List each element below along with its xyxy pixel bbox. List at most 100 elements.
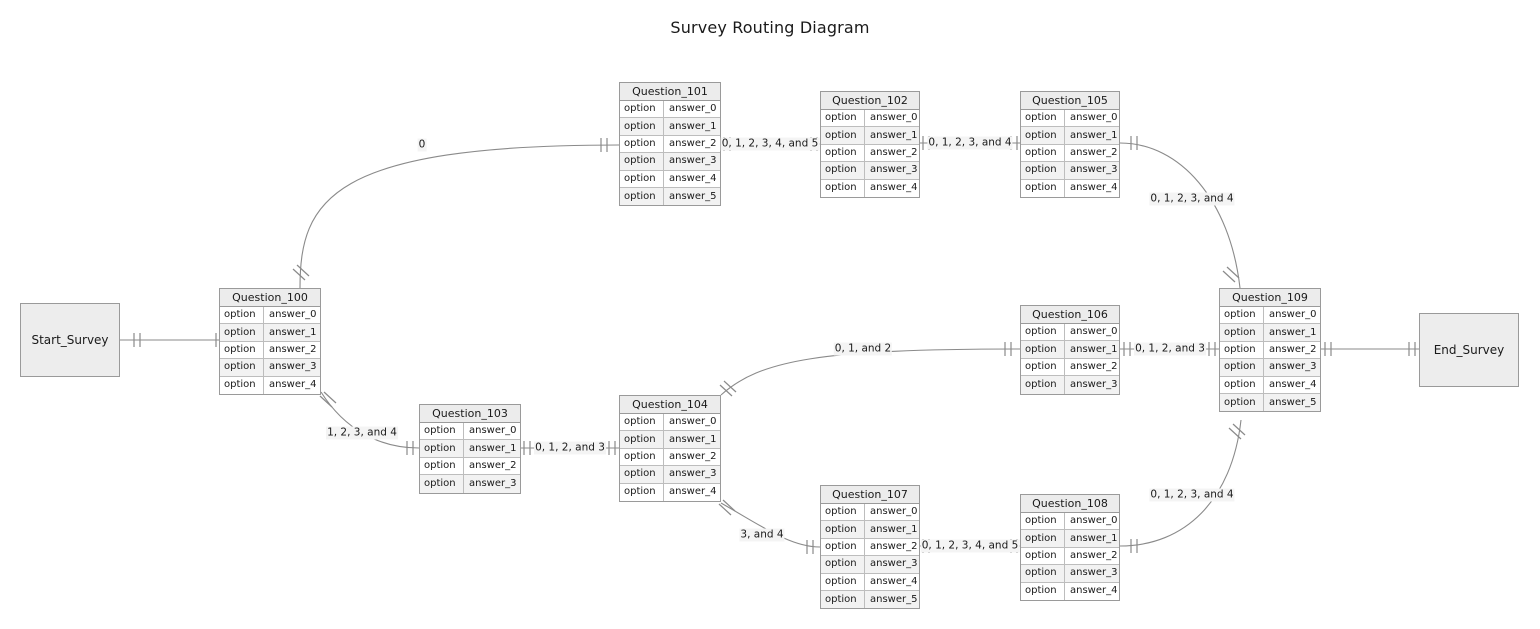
table-row[interactable]: option answer_3: [1021, 565, 1119, 583]
option-cell: option: [821, 556, 865, 573]
table-row[interactable]: option answer_0: [420, 423, 520, 441]
question-title: Question_108: [1021, 495, 1119, 513]
option-cell: option: [1220, 359, 1264, 376]
answer-cell: answer_3: [469, 477, 517, 489]
table-row[interactable]: option answer_2: [1021, 547, 1119, 566]
table-row[interactable]: option answer_5: [1220, 393, 1320, 412]
question-node-q105[interactable]: Question_105 option answer_0 option answer_1…: [1020, 91, 1120, 198]
table-row[interactable]: option answer_1: [821, 127, 919, 145]
table-row[interactable]: option answer_2: [420, 457, 520, 476]
table-row[interactable]: option answer_3: [620, 466, 720, 484]
edge-label-e-q107-q108: 0, 1, 2, 3, 4, and 5: [920, 539, 1020, 553]
question-rows: option answer_0 option answer_1 option answer…: [620, 101, 720, 206]
question-node-q102[interactable]: Question_102 option answer_0 option answer_1…: [820, 91, 920, 198]
answer-cell: answer_5: [870, 593, 918, 605]
table-row[interactable]: option answer_2: [821, 144, 919, 163]
option-cell: option: [620, 170, 664, 187]
edge-cardinality-tick-1: [600, 138, 608, 152]
table-row[interactable]: option answer_4: [620, 170, 720, 188]
option-cell: option: [620, 101, 664, 118]
answer-cell: answer_3: [870, 558, 918, 570]
edge-e-q100-q101: [292, 138, 620, 289]
question-node-q104[interactable]: Question_104 option answer_0 option answer_1…: [619, 395, 721, 502]
question-rows: option answer_0 option answer_1 option answer…: [821, 504, 919, 609]
table-row[interactable]: option answer_0: [1021, 110, 1119, 128]
table-row[interactable]: option answer_0: [1021, 324, 1119, 342]
option-cell: option: [620, 431, 664, 448]
option-cell: option: [821, 538, 865, 556]
option-cell: option: [420, 457, 464, 475]
option-cell: option: [1021, 565, 1065, 582]
question-title: Question_105: [1021, 92, 1119, 110]
table-row[interactable]: option answer_3: [620, 153, 720, 171]
table-row[interactable]: option answer_3: [1021, 376, 1119, 394]
table-row[interactable]: option answer_2: [1021, 144, 1119, 163]
table-row[interactable]: option answer_1: [1021, 341, 1119, 359]
question-rows: option answer_0 option answer_1 option answer…: [220, 307, 320, 394]
table-row[interactable]: option answer_5: [821, 590, 919, 609]
table-row[interactable]: option answer_0: [1220, 307, 1320, 325]
table-row[interactable]: option answer_1: [1021, 530, 1119, 548]
question-title: Question_106: [1021, 306, 1119, 324]
table-row[interactable]: option answer_2: [220, 341, 320, 360]
table-row[interactable]: option answer_1: [1220, 324, 1320, 342]
terminal-node-start[interactable]: Start_Survey: [20, 303, 120, 377]
option-cell: option: [821, 144, 865, 162]
question-node-q101[interactable]: Question_101 option answer_0 option answer_1…: [619, 82, 721, 207]
table-row[interactable]: option answer_3: [1220, 359, 1320, 377]
table-row[interactable]: option answer_0: [620, 101, 720, 119]
edge-label-e-q106-q109: 0, 1, 2, and 3: [1134, 342, 1206, 356]
table-row[interactable]: option answer_1: [620, 118, 720, 136]
table-row[interactable]: option answer_3: [220, 359, 320, 377]
table-row[interactable]: option answer_4: [1021, 582, 1119, 600]
answer-cell: answer_2: [870, 146, 918, 158]
table-row[interactable]: option answer_0: [821, 504, 919, 522]
edge-cardinality-tick-0: [292, 264, 310, 281]
table-row[interactable]: option answer_0: [220, 307, 320, 325]
question-node-q109[interactable]: Question_109 option answer_0 option answer_1…: [1219, 288, 1321, 413]
question-node-q107[interactable]: Question_107 option answer_0 option answer_1…: [820, 485, 920, 610]
option-cell: option: [1021, 358, 1065, 376]
table-row[interactable]: option answer_2: [620, 448, 720, 467]
table-row[interactable]: option answer_4: [1220, 376, 1320, 394]
table-row[interactable]: option answer_2: [821, 538, 919, 557]
option-cell: option: [1021, 513, 1065, 530]
option-cell: option: [1220, 324, 1264, 341]
table-row[interactable]: option answer_0: [620, 414, 720, 432]
table-row[interactable]: option answer_3: [1021, 162, 1119, 180]
edge-path: [1119, 419, 1242, 547]
table-row[interactable]: option answer_3: [821, 556, 919, 574]
edge-cardinality-tick-1: [1228, 423, 1246, 440]
table-row[interactable]: option answer_4: [1021, 179, 1119, 197]
edge-cardinality-tick-1: [608, 441, 616, 455]
table-row[interactable]: option answer_2: [620, 135, 720, 154]
table-row[interactable]: option answer_1: [220, 324, 320, 342]
question-node-q100[interactable]: Question_100 option answer_0 option answer_1…: [219, 288, 321, 395]
table-row[interactable]: option answer_1: [420, 440, 520, 458]
question-node-q106[interactable]: Question_106 option answer_0 option answer_1…: [1020, 305, 1120, 395]
table-row[interactable]: option answer_0: [821, 110, 919, 128]
table-row[interactable]: option answer_3: [420, 475, 520, 493]
table-row[interactable]: option answer_3: [821, 162, 919, 180]
table-row[interactable]: option answer_4: [220, 376, 320, 394]
table-row[interactable]: option answer_0: [1021, 513, 1119, 531]
table-row[interactable]: option answer_5: [620, 187, 720, 206]
table-row[interactable]: option answer_4: [821, 179, 919, 197]
edge-e-start-q100: [120, 333, 223, 347]
table-row[interactable]: option answer_4: [821, 573, 919, 591]
question-node-q108[interactable]: Question_108 option answer_0 option answer_1…: [1020, 494, 1120, 601]
table-row[interactable]: option answer_4: [620, 483, 720, 501]
terminal-node-end[interactable]: End_Survey: [1419, 313, 1519, 387]
question-node-q103[interactable]: Question_103 option answer_0 option answer_1…: [419, 404, 521, 494]
table-row[interactable]: option answer_1: [1021, 127, 1119, 145]
answer-cell: answer_0: [1070, 515, 1118, 527]
option-cell: option: [620, 483, 664, 501]
answer-cell: answer_0: [1070, 326, 1118, 338]
table-row[interactable]: option answer_2: [1021, 358, 1119, 377]
table-row[interactable]: option answer_2: [1220, 341, 1320, 360]
table-row[interactable]: option answer_1: [821, 521, 919, 539]
table-row[interactable]: option answer_1: [620, 431, 720, 449]
question-rows: option answer_0 option answer_1 option answer…: [821, 110, 919, 197]
option-cell: option: [1021, 376, 1065, 394]
option-cell: option: [620, 135, 664, 153]
